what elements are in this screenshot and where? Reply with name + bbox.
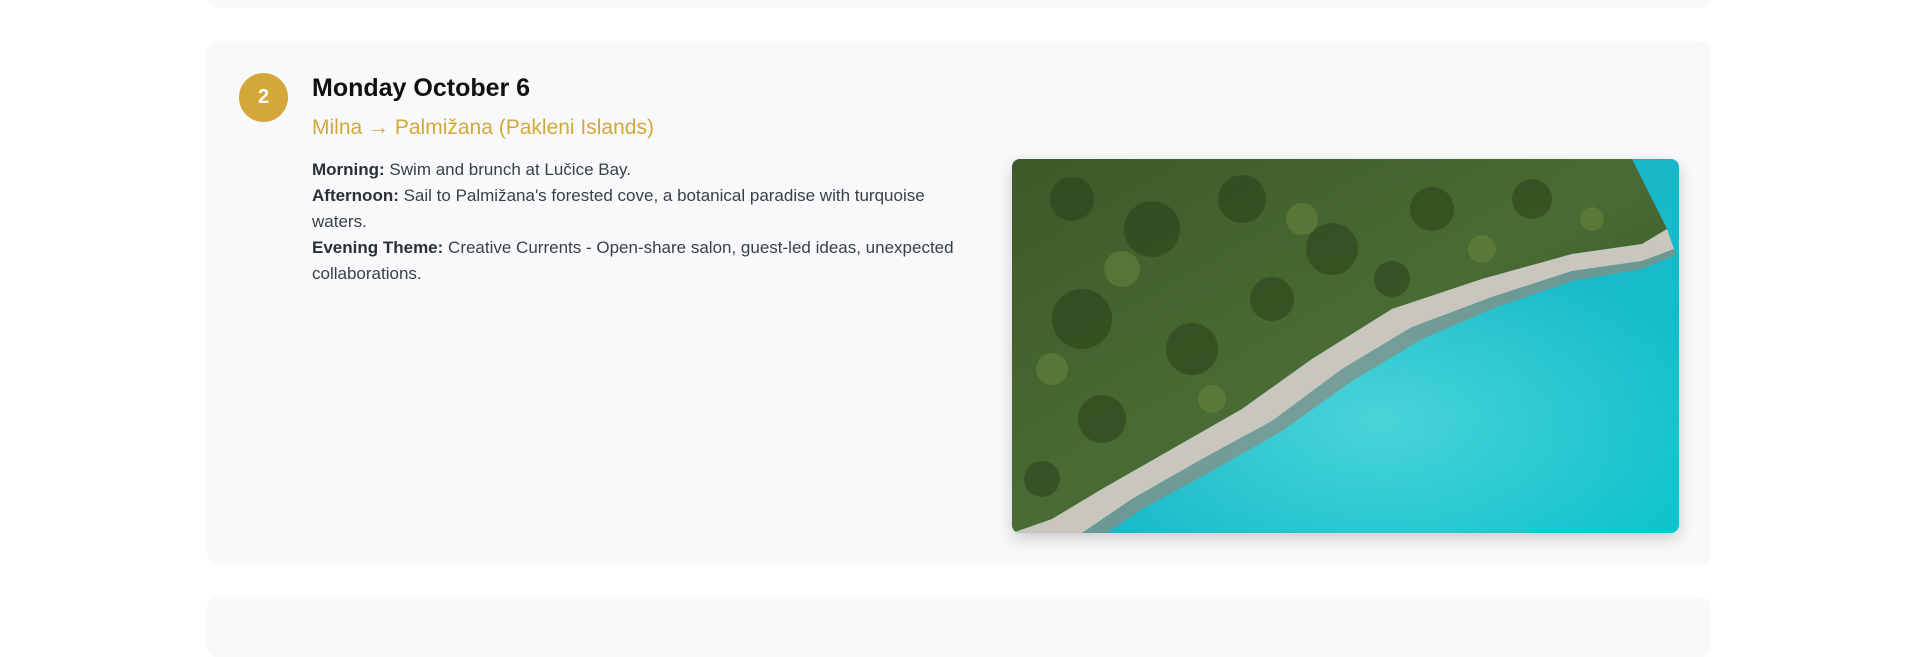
next-day-card	[207, 597, 1711, 657]
route-subtitle: Milna → Palmižana (Pakleni Islands)	[312, 116, 654, 139]
day-title: Monday October 6	[312, 74, 531, 102]
detail-label: Evening Theme:	[312, 238, 444, 257]
previous-day-card	[207, 0, 1711, 8]
day-details: Morning: Swim and brunch at Lučice Bay. …	[312, 157, 972, 287]
detail-label: Afternoon:	[312, 186, 399, 205]
day-card: 2 Monday October 6 Milna → Palmižana (Pa…	[207, 41, 1711, 565]
detail-label: Morning:	[312, 160, 385, 179]
coastline-photo	[1012, 159, 1679, 533]
detail-morning: Morning: Swim and brunch at Lučice Bay.	[312, 157, 972, 183]
day-number-badge: 2	[239, 73, 288, 122]
detail-evening-theme: Evening Theme: Creative Currents - Open-…	[312, 235, 972, 287]
detail-afternoon: Afternoon: Sail to Palmižana's forested …	[312, 183, 972, 235]
detail-text: Sail to Palmižana's forested cove, a bot…	[312, 186, 925, 231]
detail-text: Swim and brunch at Lučice Bay.	[384, 160, 632, 179]
